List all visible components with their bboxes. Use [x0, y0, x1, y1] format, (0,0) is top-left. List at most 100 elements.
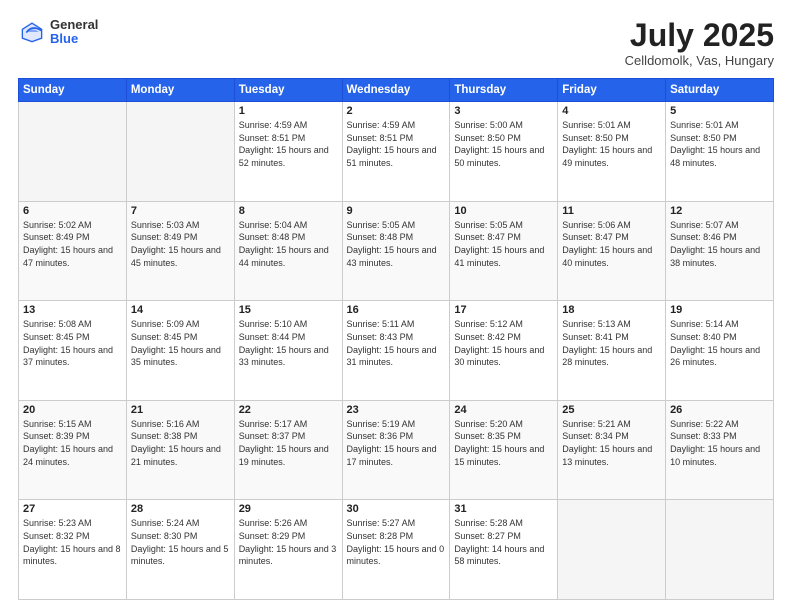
day-number: 10: [454, 205, 553, 217]
sunset-text: Sunset: 8:46 PM: [670, 232, 737, 242]
sunrise-text: Sunrise: 5:14 AM: [670, 319, 739, 329]
table-row: 5Sunrise: 5:01 AMSunset: 8:50 PMDaylight…: [666, 102, 774, 202]
day-number: 13: [23, 304, 122, 316]
table-row: 21 Sunrise: 5:16 AMSunset: 8:38 PMDayligh…: [126, 400, 234, 500]
day-info: Sunrise: 5:24 AMSunset: 8:30 PMDaylight:…: [131, 517, 230, 567]
day-info: Sunrise: 5:12 AMSunset: 8:42 PMDaylight:…: [454, 318, 553, 368]
day-info: Sunrise: 5:02 AMSunset: 8:49 PMDaylight:…: [23, 219, 122, 269]
daylight-text: Daylight: 15 hours and 43 minutes.: [347, 245, 437, 268]
day-info: Sunrise: 5:07 AMSunset: 8:46 PMDaylight:…: [670, 219, 769, 269]
sunrise-text: Sunrise: 5:07 AM: [670, 220, 739, 230]
sunrise-text: Sunrise: 4:59 AM: [239, 120, 308, 130]
table-row: 12Sunrise: 5:07 AMSunset: 8:46 PMDayligh…: [666, 201, 774, 301]
table-row: 29Sunrise: 5:26 AMSunset: 8:29 PMDayligh…: [234, 500, 342, 600]
logo-blue-text: Blue: [50, 32, 98, 46]
daylight-text: Daylight: 15 hours and 35 minutes.: [131, 345, 221, 368]
daylight-text: Daylight: 15 hours and 37 minutes.: [23, 345, 113, 368]
day-info: Sunrise: 5:13 AMSunset: 8:41 PMDaylight:…: [562, 318, 661, 368]
calendar-week-row: 27Sunrise: 5:23 AMSunset: 8:32 PMDayligh…: [19, 500, 774, 600]
day-number: 24: [454, 404, 553, 416]
sunset-text: Sunset: 8:43 PM: [347, 332, 414, 342]
day-info: Sunrise: 5:17 AMSunset: 8:37 PMDaylight:…: [239, 418, 338, 468]
sunset-text: Sunset: 8:47 PM: [562, 232, 629, 242]
daylight-text: Daylight: 15 hours and 45 minutes.: [131, 245, 221, 268]
day-number: 25: [562, 404, 661, 416]
daylight-text: Daylight: 15 hours and 24 minutes.: [23, 444, 113, 467]
daylight-text: Daylight: 15 hours and 41 minutes.: [454, 245, 544, 268]
day-number: 14: [131, 304, 230, 316]
day-info: Sunrise: 5:22 AMSunset: 8:33 PMDaylight:…: [670, 418, 769, 468]
day-info: Sunrise: 5:16 AMSunset: 8:38 PMDaylight:…: [131, 418, 230, 468]
day-info: Sunrise: 5:26 AMSunset: 8:29 PMDaylight:…: [239, 517, 338, 567]
calendar-week-row: 20 Sunrise: 5:15 AMSunset: 8:39 PMDayligh…: [19, 400, 774, 500]
sunset-text: Sunset: 8:44 PM: [239, 332, 306, 342]
sunrise-text: Sunrise: 5:23 AM: [23, 518, 92, 528]
table-row: 4Sunrise: 5:01 AMSunset: 8:50 PMDaylight…: [558, 102, 666, 202]
day-number: 17: [454, 304, 553, 316]
day-info: Sunrise: 5:21 AMSunset: 8:34 PMDaylight:…: [562, 418, 661, 468]
day-number: 8: [239, 205, 338, 217]
table-row: 10Sunrise: 5:05 AMSunset: 8:47 PMDayligh…: [450, 201, 558, 301]
table-row: 11Sunrise: 5:06 AMSunset: 8:47 PMDayligh…: [558, 201, 666, 301]
day-number: 27: [23, 503, 122, 515]
table-row: 3Sunrise: 5:00 AMSunset: 8:50 PMDaylight…: [450, 102, 558, 202]
daylight-text: Daylight: 15 hours and 8 minutes.: [23, 544, 121, 567]
sunset-text: Sunset: 8:50 PM: [670, 133, 737, 143]
day-info: Sunrise: 5:01 AMSunset: 8:50 PMDaylight:…: [670, 119, 769, 169]
day-info: Sunrise: 5:08 AMSunset: 8:45 PMDaylight:…: [23, 318, 122, 368]
daylight-text: Daylight: 15 hours and 26 minutes.: [670, 345, 760, 368]
daylight-text: Daylight: 15 hours and 31 minutes.: [347, 345, 437, 368]
daylight-text: Daylight: 15 hours and 21 minutes.: [131, 444, 221, 467]
table-row: 28Sunrise: 5:24 AMSunset: 8:30 PMDayligh…: [126, 500, 234, 600]
sunrise-text: Sunrise: 5:20 AM: [454, 419, 523, 429]
daylight-text: Daylight: 15 hours and 3 minutes.: [239, 544, 337, 567]
sunset-text: Sunset: 8:50 PM: [562, 133, 629, 143]
daylight-text: Daylight: 15 hours and 13 minutes.: [562, 444, 652, 467]
sunset-text: Sunset: 8:41 PM: [562, 332, 629, 342]
day-number: 6: [23, 205, 122, 217]
calendar-week-row: 6 Sunrise: 5:02 AMSunset: 8:49 PMDaylight…: [19, 201, 774, 301]
table-row: 25 Sunrise: 5:21 AMSunset: 8:34 PMDayligh…: [558, 400, 666, 500]
sunset-text: Sunset: 8:37 PM: [239, 431, 306, 441]
day-number: 20: [23, 404, 122, 416]
day-info: Sunrise: 4:59 AMSunset: 8:51 PMDaylight:…: [347, 119, 446, 169]
sunset-text: Sunset: 8:40 PM: [670, 332, 737, 342]
logo-icon: [18, 18, 46, 46]
calendar-page: General Blue July 2025 Celldomolk, Vas, …: [0, 0, 792, 612]
title-block: July 2025 Celldomolk, Vas, Hungary: [625, 18, 774, 68]
table-row: 18Sunrise: 5:13 AMSunset: 8:41 PMDayligh…: [558, 301, 666, 401]
calendar-week-row: 1Sunrise: 4:59 AMSunset: 8:51 PMDaylight…: [19, 102, 774, 202]
col-wednesday: Wednesday: [342, 79, 450, 102]
calendar-week-row: 13 Sunrise: 5:08 AMSunset: 8:45 PMDayligh…: [19, 301, 774, 401]
sunset-text: Sunset: 8:45 PM: [131, 332, 198, 342]
table-row: 17 Sunrise: 5:12 AMSunset: 8:42 PMDayligh…: [450, 301, 558, 401]
day-number: 15: [239, 304, 338, 316]
sunrise-text: Sunrise: 5:21 AM: [562, 419, 631, 429]
calendar-table: Sunday Monday Tuesday Wednesday Thursday…: [18, 78, 774, 600]
sunset-text: Sunset: 8:29 PM: [239, 531, 306, 541]
day-number: 9: [347, 205, 446, 217]
day-number: 21: [131, 404, 230, 416]
sunrise-text: Sunrise: 5:03 AM: [131, 220, 200, 230]
daylight-text: Daylight: 15 hours and 50 minutes.: [454, 145, 544, 168]
table-row: 14Sunrise: 5:09 AMSunset: 8:45 PMDayligh…: [126, 301, 234, 401]
col-sunday: Sunday: [19, 79, 127, 102]
daylight-text: Daylight: 15 hours and 40 minutes.: [562, 245, 652, 268]
table-row: 20 Sunrise: 5:15 AMSunset: 8:39 PMDayligh…: [19, 400, 127, 500]
day-info: Sunrise: 4:59 AMSunset: 8:51 PMDaylight:…: [239, 119, 338, 169]
location-subtitle: Celldomolk, Vas, Hungary: [625, 53, 774, 68]
daylight-text: Daylight: 14 hours and 58 minutes.: [454, 544, 544, 567]
table-row: 31Sunrise: 5:28 AMSunset: 8:27 PMDayligh…: [450, 500, 558, 600]
day-info: Sunrise: 5:27 AMSunset: 8:28 PMDaylight:…: [347, 517, 446, 567]
table-row: [126, 102, 234, 202]
sunset-text: Sunset: 8:48 PM: [347, 232, 414, 242]
sunset-text: Sunset: 8:48 PM: [239, 232, 306, 242]
page-header: General Blue July 2025 Celldomolk, Vas, …: [18, 18, 774, 68]
sunrise-text: Sunrise: 5:01 AM: [670, 120, 739, 130]
day-number: 16: [347, 304, 446, 316]
day-info: Sunrise: 5:15 AMSunset: 8:39 PMDaylight:…: [23, 418, 122, 468]
daylight-text: Daylight: 15 hours and 44 minutes.: [239, 245, 329, 268]
table-row: 19Sunrise: 5:14 AMSunset: 8:40 PMDayligh…: [666, 301, 774, 401]
daylight-text: Daylight: 15 hours and 52 minutes.: [239, 145, 329, 168]
sunrise-text: Sunrise: 5:01 AM: [562, 120, 631, 130]
